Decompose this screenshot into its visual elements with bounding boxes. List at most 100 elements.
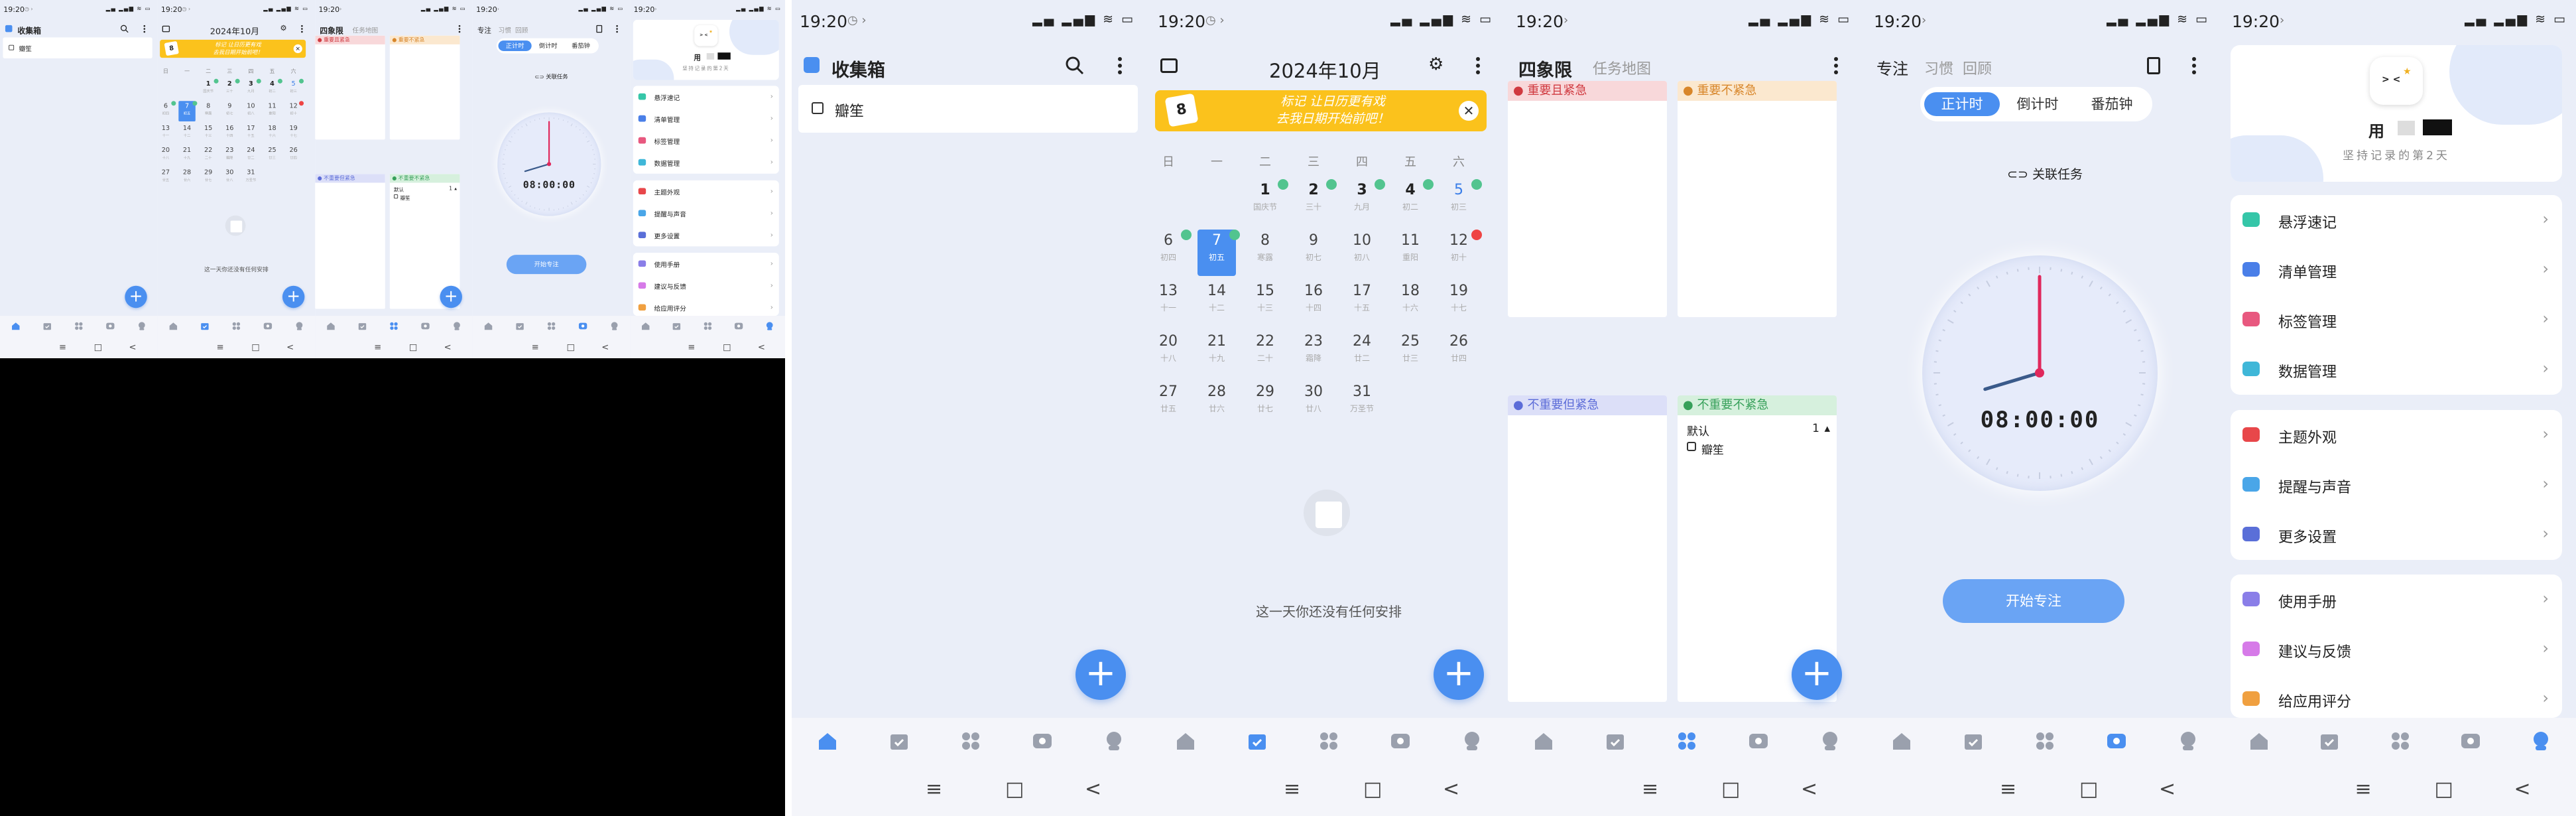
calendar-icon[interactable] <box>888 730 910 752</box>
recent-apps-button[interactable]: ≡ <box>2355 778 2372 801</box>
calendar-day[interactable]: 24 廿二 <box>1343 330 1381 377</box>
calendar-day[interactable]: 13 十一 <box>1150 280 1188 326</box>
tab-focus[interactable]: 专注 <box>1876 56 1908 79</box>
add-task-button[interactable]: + <box>1075 649 1126 700</box>
add-task-button[interactable]: + <box>1434 649 1484 700</box>
back-button[interactable]: < <box>2514 778 2531 801</box>
calendar-day[interactable]: 19 十七 <box>1440 280 1478 326</box>
home-button[interactable]: □ <box>1005 778 1024 801</box>
tab-quadrant[interactable]: 四象限 <box>1518 56 1572 82</box>
start-focus-button[interactable]: 开始专注 <box>1943 579 2124 623</box>
calendar-day[interactable]: 25 廿三 <box>1391 330 1430 377</box>
more-menu-icon[interactable] <box>1476 57 1480 74</box>
seg-count-up[interactable]: 正计时 <box>1924 92 2000 116</box>
calendar-day[interactable]: 6 初四 <box>1150 230 1192 276</box>
calendar-icon[interactable] <box>1604 730 1626 752</box>
add-task-button[interactable]: + <box>1792 649 1842 700</box>
calendar-icon[interactable] <box>1962 730 1985 752</box>
calendar-day[interactable]: 30 廿八 <box>1294 381 1333 427</box>
grid-icon[interactable] <box>1318 730 1340 752</box>
seg-pomodoro[interactable]: 番茄钟 <box>2075 92 2148 116</box>
close-icon[interactable]: ✕ <box>1459 101 1479 121</box>
more-menu-icon[interactable] <box>2192 57 2196 74</box>
tab-review[interactable]: 回顾 <box>1963 57 1992 78</box>
menu-item[interactable]: 数据管理 › <box>2231 344 2562 394</box>
focus-icon[interactable] <box>1747 730 1770 752</box>
profile-icon[interactable] <box>1461 730 1483 752</box>
calendar-day[interactable]: 16 十四 <box>1294 280 1333 326</box>
task-checkbox[interactable] <box>812 102 824 114</box>
grid-icon[interactable] <box>2389 730 2412 752</box>
back-button[interactable]: < <box>1443 778 1459 801</box>
calendar-day[interactable]: 26 廿四 <box>1440 330 1478 377</box>
calendar-day[interactable]: 15 十三 <box>1246 280 1284 326</box>
calendar-day[interactable]: 11 重阳 <box>1391 230 1430 276</box>
back-button[interactable]: < <box>1801 778 1817 801</box>
menu-item[interactable]: 建议与反馈 › <box>2231 624 2562 674</box>
calendar-day[interactable]: 8 寒露 <box>1246 230 1284 276</box>
collapse-icon[interactable]: ▴ <box>1824 422 1830 435</box>
quadrant-q2[interactable]: ● 重要不紧急 <box>1678 81 1837 317</box>
menu-item[interactable]: 悬浮速记 › <box>2231 195 2562 245</box>
menu-item[interactable]: 清单管理 › <box>2231 245 2562 295</box>
home-button[interactable]: □ <box>2435 778 2453 801</box>
home-button[interactable]: □ <box>1721 778 1740 801</box>
home-icon[interactable] <box>1532 730 1555 752</box>
task-row[interactable]: 瓣笙 <box>798 85 1138 133</box>
calendar-day[interactable]: 17 十五 <box>1343 280 1381 326</box>
home-button[interactable]: □ <box>1363 778 1382 801</box>
link-task[interactable]: ⊂⊃ 关联任务 <box>1866 165 2224 182</box>
calendar-day[interactable]: 23 霜降 <box>1294 330 1333 377</box>
calendar-day[interactable]: 5 初三 <box>1440 179 1482 226</box>
recent-apps-button[interactable]: ≡ <box>2000 778 2016 801</box>
recent-apps-button[interactable]: ≡ <box>1284 778 1300 801</box>
back-button[interactable]: < <box>1085 778 1101 801</box>
settings-icon[interactable]: ⚙ <box>1428 56 1443 73</box>
calendar-day[interactable]: 12 初十 <box>1440 230 1482 276</box>
grid-icon[interactable] <box>959 730 982 752</box>
calendar-day[interactable]: 14 十二 <box>1197 280 1236 326</box>
document-icon[interactable] <box>2147 57 2160 74</box>
grid-icon[interactable] <box>1676 730 1698 752</box>
task-row[interactable]: 瓣笙 <box>1678 439 1837 459</box>
grid-icon[interactable] <box>2034 730 2056 752</box>
calendar-day[interactable]: 4 初二 <box>1391 179 1434 226</box>
profile-icon[interactable] <box>1103 730 1125 752</box>
recent-apps-button[interactable]: ≡ <box>1642 778 1658 801</box>
calendar-day[interactable]: 21 十九 <box>1197 330 1236 377</box>
focus-icon[interactable] <box>2459 730 2482 752</box>
quadrant-q1[interactable]: ● 重要且紧急 <box>1508 81 1667 317</box>
calendar-day[interactable]: 22 二十 <box>1246 330 1284 377</box>
menu-item[interactable]: 更多设置 › <box>2231 510 2562 559</box>
home-icon[interactable] <box>816 730 839 752</box>
calendar-icon[interactable] <box>1246 730 1268 752</box>
calendar-day[interactable]: 2 三十 <box>1294 179 1337 226</box>
menu-item[interactable]: 标签管理 › <box>2231 295 2562 344</box>
sidebar-icon[interactable] <box>1160 58 1178 73</box>
more-menu-icon[interactable] <box>1834 57 1838 74</box>
calendar-day[interactable]: 27 廿五 <box>1150 381 1188 427</box>
quadrant-q3[interactable]: ● 不重要但紧急 <box>1508 395 1667 702</box>
calendar-day[interactable]: 9 初七 <box>1294 230 1333 276</box>
home-button[interactable]: □ <box>2079 778 2098 801</box>
calendar-day[interactable]: 1 国庆节 <box>1246 179 1288 226</box>
calendar-day[interactable]: 20 十八 <box>1150 330 1188 377</box>
focus-icon[interactable] <box>1389 730 1412 752</box>
profile-icon[interactable] <box>1819 730 1841 752</box>
calendar-day[interactable]: 3 九月 <box>1343 179 1385 226</box>
focus-icon[interactable] <box>1031 730 1054 752</box>
profile-icon[interactable] <box>2530 730 2552 752</box>
home-icon[interactable] <box>2248 730 2270 752</box>
profile-icon[interactable] <box>2177 730 2199 752</box>
more-menu-icon[interactable] <box>1118 57 1122 74</box>
calendar-day[interactable]: 29 廿七 <box>1246 381 1284 427</box>
recent-apps-button[interactable]: ≡ <box>926 778 942 801</box>
promo-banner[interactable]: 8 标记 让日历更有戏 去我日期开始前吧！ ✕ <box>1155 90 1487 131</box>
focus-icon[interactable] <box>2105 730 2128 752</box>
menu-item[interactable]: 使用手册 › <box>2231 575 2562 624</box>
seg-count-down[interactable]: 倒计时 <box>2000 92 2075 116</box>
menu-item[interactable]: 给应用评分 › <box>2231 674 2562 718</box>
calendar-day[interactable]: 10 初八 <box>1343 230 1381 276</box>
search-icon[interactable] <box>1065 56 1085 79</box>
q4-group[interactable]: 默认 1 ▴ <box>1678 415 1837 439</box>
